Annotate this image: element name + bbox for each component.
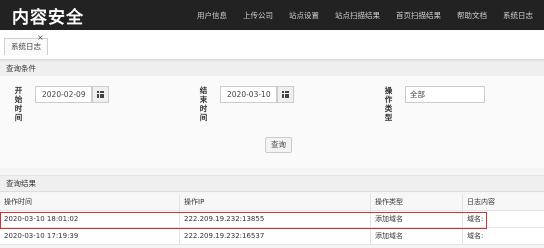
nav-upload-company[interactable]: 上传公司 — [243, 10, 273, 21]
cell-type: 添加域名 — [370, 228, 403, 245]
start-time-label: 开 始 时 间 — [14, 86, 23, 122]
nav-user-info[interactable]: 用户信息 — [197, 10, 227, 21]
operation-type-label: 操 作 类 型 — [384, 86, 393, 122]
table-header-row: 操作时间 操作IP 操作类型 日志内容 — [0, 194, 544, 211]
column-header-time[interactable]: 操作时间 — [0, 194, 32, 211]
column-header-content[interactable]: 日志内容 — [462, 194, 495, 211]
results-table: 操作时间 操作IP 操作类型 日志内容 2020-03-10 18:01:02 … — [0, 194, 544, 245]
nav-menu: 用户信息 上传公司 站点设置 站点扫描结果 首页扫描结果 帮助文档 系统日志 — [197, 0, 544, 30]
nav-system-log[interactable]: 系统日志 — [503, 10, 533, 21]
query-section-title: 查询条件 — [0, 60, 544, 77]
cell-time: 2020-03-10 17:19:39 — [4, 232, 79, 240]
table-row[interactable]: 2020-03-10 18:01:02 222.209.19.232:13855… — [0, 211, 544, 228]
calendar-icon — [282, 91, 289, 98]
nav-site-settings[interactable]: 站点设置 — [289, 10, 319, 21]
nav-help-docs[interactable]: 帮助文档 — [457, 10, 487, 21]
tab-bar: 系统日志 × — [0, 30, 544, 60]
query-button[interactable]: 查询 — [265, 137, 292, 153]
cell-content: 域名: — [462, 228, 483, 245]
app-title: 内容安全 — [12, 7, 84, 28]
cell-content: 域名: — [462, 211, 483, 228]
operation-type-select[interactable]: 全部 — [405, 86, 485, 103]
close-icon[interactable]: × — [37, 34, 44, 42]
start-date-input[interactable]: 2020-02-09 — [35, 86, 92, 103]
results-section-title: 查询结果 — [0, 175, 544, 192]
nav-site-scan-results[interactable]: 站点扫描结果 — [335, 10, 380, 21]
cell-time: 2020-03-10 18:01:02 — [4, 215, 79, 223]
end-calendar-button[interactable] — [277, 86, 294, 103]
column-header-type[interactable]: 操作类型 — [370, 194, 403, 211]
nav-home-scan-results[interactable]: 首页扫描结果 — [396, 10, 441, 21]
column-header-ip[interactable]: 操作IP — [179, 194, 204, 211]
cell-ip: 222.209.19.232:13855 — [179, 211, 264, 228]
cell-type: 添加域名 — [370, 211, 403, 228]
end-date-input[interactable]: 2020-03-10 — [220, 86, 277, 103]
table-row[interactable]: 2020-03-10 17:19:39 222.209.19.232:16537… — [0, 228, 544, 245]
start-calendar-button[interactable] — [92, 86, 109, 103]
cell-ip: 222.209.19.232:16537 — [179, 228, 264, 245]
end-time-label: 结 束 时 间 — [199, 86, 208, 122]
calendar-icon — [97, 91, 104, 98]
top-navbar: 内容安全 用户信息 上传公司 站点设置 站点扫描结果 首页扫描结果 帮助文档 系… — [0, 0, 544, 30]
